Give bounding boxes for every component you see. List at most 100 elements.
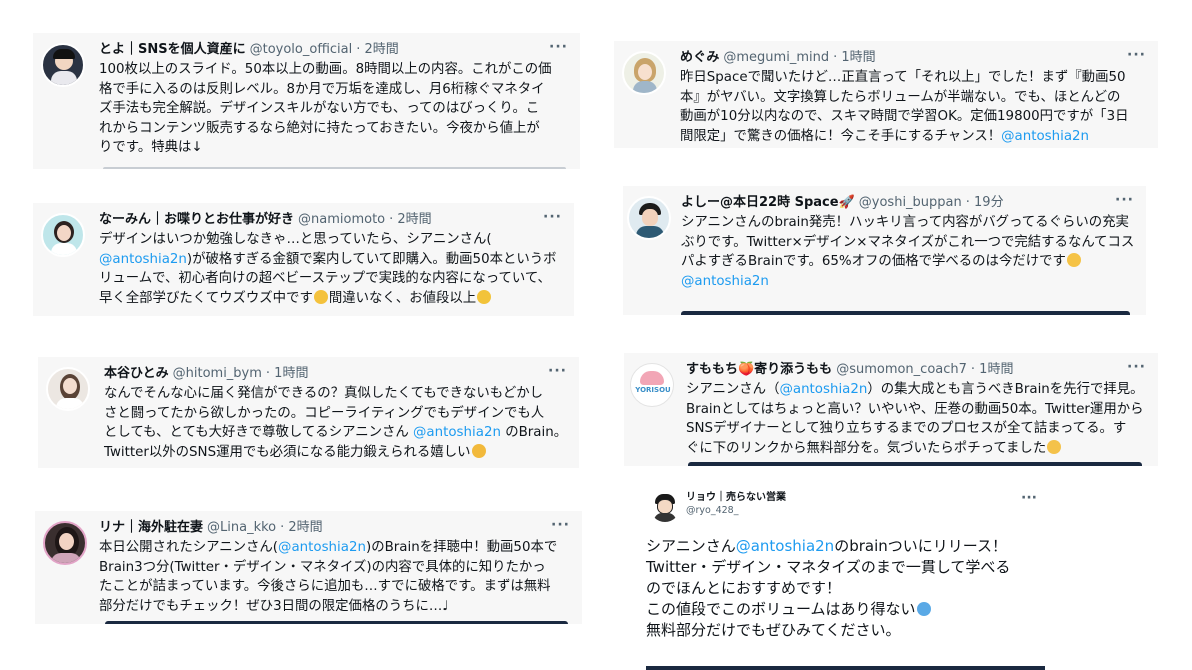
tweet-text-segment: なんでそんな心に届く発信ができるの？真似したくてもできないもどかし	[104, 386, 544, 401]
tweet-line: @antoshia2n	[681, 272, 1136, 292]
mention-link[interactable]: @antoshia2n	[779, 382, 867, 397]
tweet-text-segment: のbrainついにリリース！	[834, 537, 1008, 555]
more-options-icon[interactable]: ···	[551, 517, 570, 533]
tweet-line: 100枚以上のスライド。50本以上の動画。8時間以上の内容。これがこの価	[99, 60, 570, 80]
tweet-line: たことが詰まっています。今後さらに追加も…すでに破格です。まずは無料	[99, 577, 572, 597]
tweet-text-segment: リュームで、初心者向けの超ベビーステップで実践的な内容になっていて、	[99, 271, 551, 286]
sweat-droplets-emoji	[916, 602, 931, 616]
person-avatar-icon[interactable]	[41, 43, 85, 87]
display-name[interactable]: 本谷ひとみ	[104, 366, 169, 381]
user-handle[interactable]: @Lina_kko	[207, 520, 276, 535]
woman-avatar-icon[interactable]	[43, 521, 87, 565]
user-handle[interactable]: @namiomoto	[298, 212, 385, 227]
tweet-text-segment: Twitter・デザイン・マネタイズのまで一貫して学べる	[646, 558, 1011, 576]
user-handle[interactable]: @ryo_428_	[686, 505, 738, 516]
more-options-icon[interactable]: ···	[1127, 47, 1146, 63]
display-name[interactable]: すももち🍑寄り添うもも	[686, 362, 832, 377]
mention-link[interactable]: @antoshia2n	[99, 252, 187, 267]
tweet-text-segment: 間違いなく、お値段以上	[328, 290, 477, 306]
more-options-icon[interactable]: ···	[1127, 359, 1146, 375]
tweet-text-segment: りです。特典は↓	[99, 140, 203, 155]
woman-avatar-icon[interactable]	[46, 367, 90, 411]
crying-face-emoji	[471, 443, 486, 458]
tweet-text-segment: Twitter以外のSNS運用でも必須になる能力鍛えられる嬉しい	[104, 444, 471, 460]
tweet-card[interactable]: なーみん｜お喋りとお仕事が好き @namiomoto · 2時間 ··· デザインは…	[33, 203, 574, 316]
tweet-header: めぐみ @megumi_mind · 1時間	[680, 49, 1148, 67]
tweet-card[interactable]: リョウ｜売らない営業 @ryo_428_ ··· シアニンさん@antoshia…	[640, 490, 1045, 670]
mention-link[interactable]: @antoshia2n	[1001, 129, 1089, 144]
display-name[interactable]: リナ｜海外駐在妻	[99, 520, 203, 535]
tweet-header: よしー@本日22時 Space🚀 @yoshi_buppan · 19分	[681, 194, 1136, 212]
tweet-card[interactable]: YORISOU すももち🍑寄り添うもも @sumomon_coach7 · 1時間 …	[624, 353, 1158, 466]
tweet-text: 昨日Spaceで聞いたけど…正直言って「それ以上」でした！まず『動画50 本』がヤ…	[680, 68, 1148, 146]
tweet-header: 本谷ひとみ @hitomi_bym · 1時間	[104, 365, 569, 383]
media-preview-edge	[646, 666, 1045, 670]
user-handle[interactable]: @yoshi_buppan	[859, 195, 962, 210]
tweet-text-segment: 格で手に入るのは反則レベル。8か月で万垢を達成し、月6桁稼ぐマネタイ	[99, 81, 545, 97]
media-preview-edge	[103, 167, 566, 169]
more-options-icon[interactable]: ···	[549, 39, 568, 55]
tweet-card[interactable]: よしー@本日22時 Space🚀 @yoshi_buppan · 19分 ··· シ…	[623, 186, 1146, 315]
illustrated-man-avatar-icon[interactable]	[627, 196, 671, 240]
media-preview-edge	[105, 621, 568, 624]
tweet-card[interactable]: 本谷ひとみ @hitomi_bym · 1時間 ··· なんでそんな心に届く発信がで…	[38, 357, 579, 468]
mention-link[interactable]: @antoshia2n	[736, 537, 835, 555]
display-name[interactable]: よしー@本日22時 Space🚀	[681, 195, 855, 210]
more-options-icon[interactable]: ···	[543, 209, 562, 225]
user-handle[interactable]: @megumi_mind	[723, 50, 829, 65]
tweet-text-segment: )が破格すぎる金額で案内していて即購入。動画50本というボ	[186, 251, 557, 267]
tweet-text: シアニンさん@antoshia2nのbrainついにリリース！ Twitter・デ…	[646, 536, 1010, 641]
timestamp[interactable]: · 19分	[966, 195, 1004, 210]
tweet-line: ズ手法も完全解説。デザインスキルがない方でも、ってのはびっくり。こ	[99, 99, 570, 119]
tweet-line: SNSデザイナーとして独り立ちするまでのプロセスが全て詰まってる。す	[686, 419, 1148, 439]
illustrated-man-avatar-icon[interactable]	[650, 492, 680, 522]
tweet-text-segment: さと闘ってたから欲しかったの。コピーライティングでもデザインでも人	[104, 405, 545, 421]
woman-avatar-icon[interactable]	[41, 213, 85, 257]
more-options-icon[interactable]: ···	[1115, 192, 1134, 208]
more-options-icon[interactable]: ···	[548, 363, 567, 379]
timestamp[interactable]: · 1時間	[833, 50, 876, 65]
tweet-line: れからコンテンツ販売するなら絶対に持たっておきたい。今夜から値上が	[99, 119, 570, 139]
tweet-text-segment: 早く全部学びたくてウズウズ中です	[99, 290, 313, 306]
timestamp[interactable]: · 1時間	[971, 362, 1014, 377]
user-handle[interactable]: @sumomon_coach7	[836, 362, 967, 377]
tweet-line: としても、とても大好きで尊敬してるシアニンさん @antoshia2n のBra…	[104, 423, 569, 443]
tweet-line: Brain3つ分(Twitter・デザイン・マネタイズ)の内容で具体的に知りたか…	[99, 558, 572, 578]
mention-link[interactable]: @antoshia2n	[278, 540, 366, 555]
user-handle[interactable]: @hitomi_bym	[173, 366, 262, 381]
tweet-text: シアニンさんのbrain発売！ハッキリ言って内容がバグってるぐらいの充実 ぶりです…	[681, 213, 1136, 291]
tweet-line: 本』がヤバい。文字換算したらボリュームが半端ない。でも、ほとんどの	[680, 88, 1148, 108]
tweet-text-segment: 100枚以上のスライド。50本以上の動画。8時間以上の内容。これがこの価	[99, 62, 552, 77]
tweet-card[interactable]: とよ｜SNSを個人資産に @toyolo_official · 2時間 ··· 10…	[33, 33, 580, 169]
tweet-card[interactable]: リナ｜海外駐在妻 @Lina_kko · 2時間 ··· 本日公開されたシアニンさん…	[35, 511, 582, 624]
timestamp[interactable]: · 2時間	[356, 42, 399, 57]
yorisou-logo-avatar-icon[interactable]: YORISOU	[630, 363, 674, 407]
tweet-card[interactable]: めぐみ @megumi_mind · 1時間 ··· 昨日Spaceで聞いたけど…正…	[614, 41, 1158, 148]
display-name[interactable]: とよ｜SNSを個人資産に	[99, 42, 246, 57]
sparkles-emoji	[313, 289, 328, 304]
tweet-line: 昨日Spaceで聞いたけど…正直言って「それ以上」でした！まず『動画50	[680, 68, 1148, 88]
timestamp[interactable]: · 2時間	[280, 520, 323, 535]
timestamp[interactable]: · 2時間	[389, 212, 432, 227]
user-handle[interactable]: @toyolo_official	[250, 42, 353, 57]
tweet-line: なんでそんな心に届く発信ができるの？真似したくてもできないもどかし	[104, 384, 569, 404]
tweet-text-segment: ズ手法も完全解説。デザインスキルがない方でも、ってのはびっくり。こ	[99, 101, 540, 116]
tweet-text-segment: 間限定」で驚きの価格に！今こそ手にするチャンス！	[680, 128, 1002, 144]
tweet-line: シアニンさん@antoshia2nのbrainついにリリース！	[646, 536, 1010, 557]
tweet-text-segment: のBrain。	[500, 425, 568, 440]
mention-link[interactable]: @antoshia2n	[681, 274, 769, 289]
mention-link[interactable]: @antoshia2n	[413, 425, 501, 440]
illustrated-woman-avatar-icon[interactable]	[622, 51, 666, 95]
tweet-line: @antoshia2n)が破格すぎる金額で案内していて即購入。動画50本というボ	[99, 250, 564, 270]
tweet-text: デザインはいつか勉強しなきゃ…と思っていたら、シアニンさん(@antoshia2…	[99, 230, 564, 308]
display-name[interactable]: リョウ｜売らない営業	[686, 491, 786, 505]
more-options-icon[interactable]: ···	[1021, 490, 1037, 506]
timestamp[interactable]: · 1時間	[266, 366, 309, 381]
display-name[interactable]: めぐみ	[680, 50, 719, 65]
tweet-line: デザインはいつか勉強しなきゃ…と思っていたら、シアニンさん(	[99, 230, 564, 250]
tweet-line: 早く全部学びたくてウズウズ中です 間違いなく、お値段以上	[99, 289, 564, 309]
tweet-text-segment: シアニンさんのbrain発売！ハッキリ言って内容がバグってるぐらいの充実	[681, 215, 1129, 230]
tweet-text-segment: この値段でこのボリュームはあり得ない	[646, 600, 916, 618]
tweet-text-segment: たことが詰まっています。今後さらに追加も…すでに破格です。まずは無料	[99, 579, 551, 594]
display-name[interactable]: なーみん｜お喋りとお仕事が好き	[99, 212, 294, 227]
